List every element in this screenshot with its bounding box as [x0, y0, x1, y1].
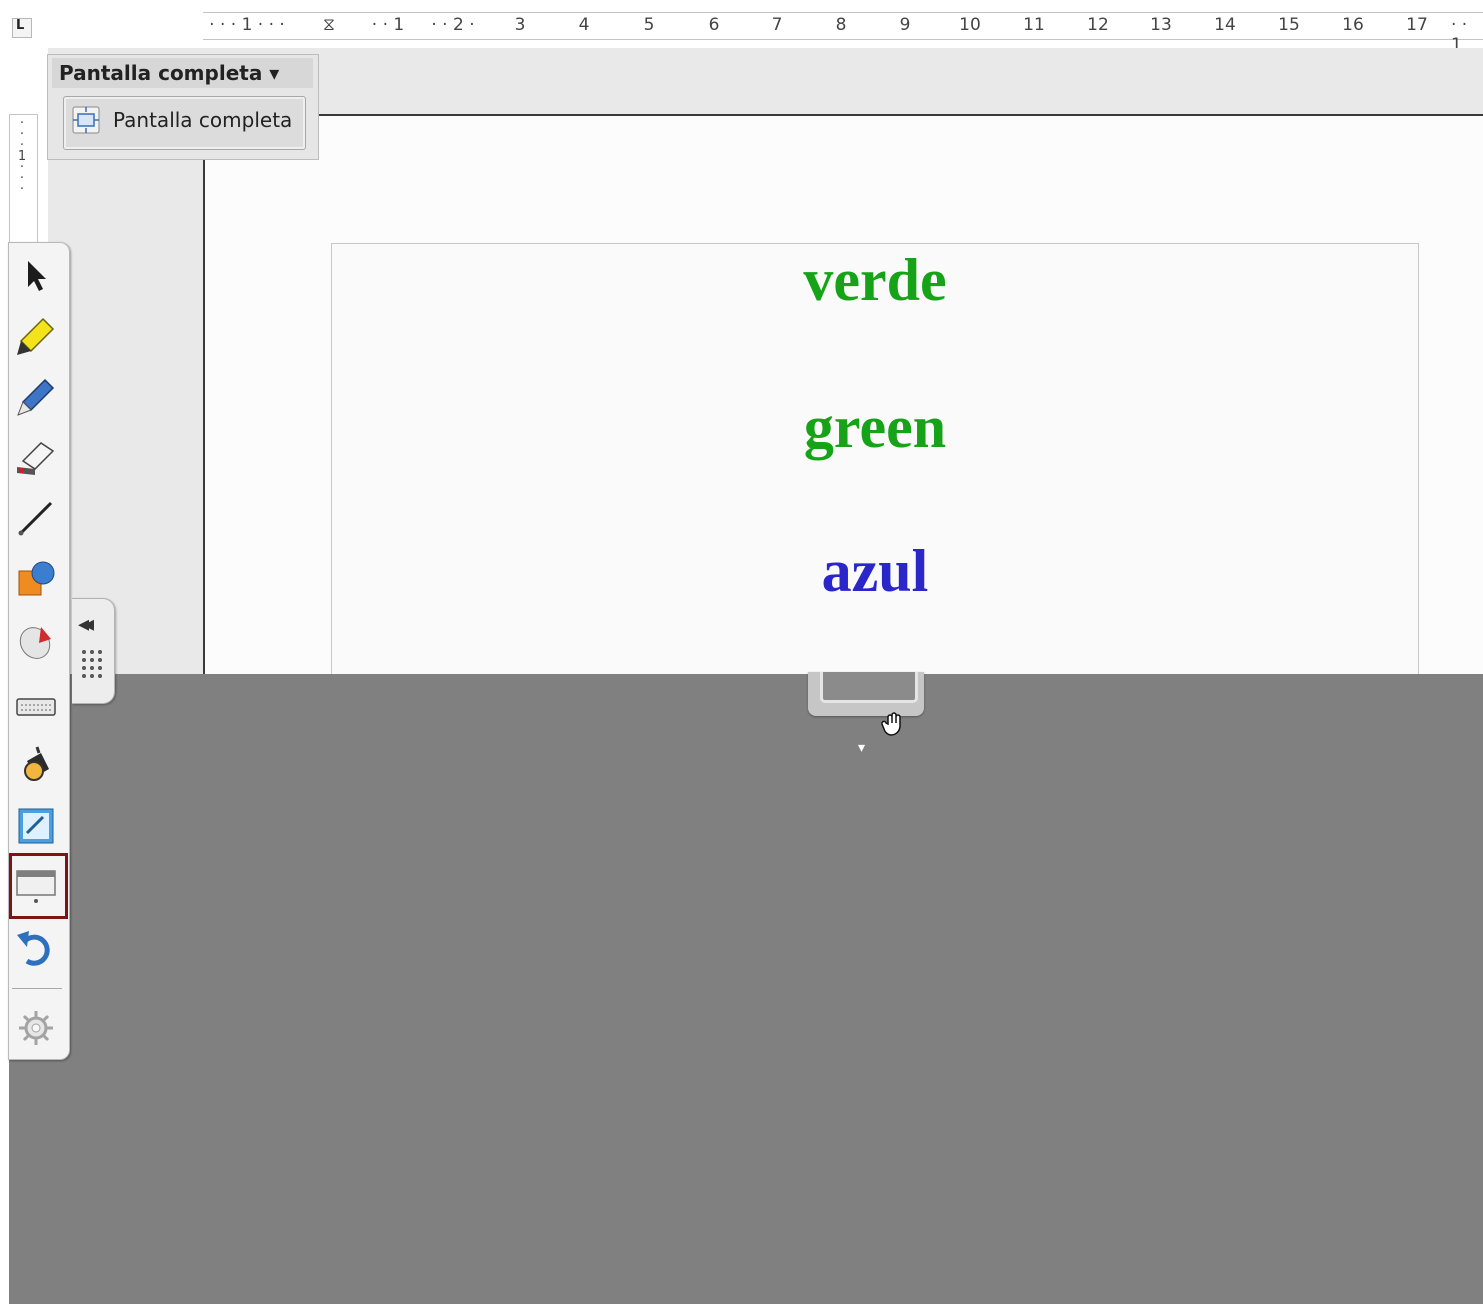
ruler-tick: 12 — [1087, 15, 1109, 35]
line-icon — [18, 501, 53, 536]
word-azul: azul — [821, 538, 929, 604]
ruler-tick: 5 — [643, 15, 655, 35]
collapse-palette-icon[interactable]: ◂◂ — [78, 612, 94, 637]
spotlight-icon — [24, 746, 49, 781]
settings-icon — [19, 1011, 53, 1045]
word-green: green — [803, 394, 947, 460]
settings-tool[interactable] — [13, 1005, 59, 1051]
undo-tool[interactable] — [13, 925, 59, 971]
spotlight-tool[interactable] — [13, 743, 59, 789]
hand-cursor-icon — [881, 712, 901, 736]
ruler-tick: 16 — [1342, 15, 1364, 35]
fullscreen-button-label: Pantalla completa — [113, 108, 293, 132]
select-tool[interactable] — [13, 253, 59, 299]
select-arrow-icon — [28, 261, 46, 291]
fullscreen-toolbar-title[interactable]: Pantalla completa ▾ — [59, 61, 279, 85]
vertical-ruler-mark: · · · 1 · · · — [17, 116, 27, 197]
highlighter-tool[interactable] — [13, 313, 59, 359]
tool-palette — [8, 242, 70, 1060]
eraser-tool[interactable] — [13, 435, 59, 481]
ruler-indent-marker[interactable]: ⧖ — [323, 15, 335, 35]
ruler-tick: · · · 1 · · · — [209, 15, 285, 35]
ruler-tick: 9 — [899, 15, 911, 35]
ruler-tick: 8 — [835, 15, 847, 35]
ruler-tick: 15 — [1278, 15, 1300, 35]
ruler-tick: 17 — [1406, 15, 1428, 35]
horizontal-ruler[interactable]: · · · 1 · · · ⧖ · · 1 · · 2 · 3 4 5 6 7 … — [203, 12, 1483, 55]
ruler-tick: 6 — [708, 15, 720, 35]
ruler-tick: · · 2 · — [431, 15, 475, 35]
screen-shade[interactable] — [9, 674, 1483, 1304]
ruler-tick: 4 — [578, 15, 590, 35]
undo-icon — [17, 931, 50, 966]
keyboard-tool[interactable] — [13, 685, 59, 731]
keyboard-icon — [16, 698, 56, 716]
fullscreen-icon — [72, 106, 100, 134]
pen-tool[interactable] — [13, 374, 59, 420]
annotate-tool[interactable] — [13, 803, 59, 849]
ruler-tick: 13 — [1150, 15, 1172, 35]
shade-menu-arrow-icon[interactable]: ▾ — [858, 740, 865, 756]
pen-icon — [17, 378, 55, 416]
ruler-tick: 10 — [959, 15, 981, 35]
word-verde: verde — [803, 247, 947, 313]
line-tool[interactable] — [13, 495, 59, 541]
eraser-icon — [17, 442, 55, 475]
shapes-tool[interactable] — [13, 555, 59, 601]
ruler-tick: 14 — [1214, 15, 1236, 35]
selected-tool-highlight — [9, 853, 68, 919]
ruler-tick: 11 — [1023, 15, 1045, 35]
ruler-tick: 3 — [514, 15, 526, 35]
shapes-icon — [18, 561, 55, 596]
tab-stop-type: L — [16, 18, 25, 33]
mouse-icon — [19, 627, 51, 659]
ruler-tick: 7 — [771, 15, 783, 35]
annotate-icon — [18, 808, 54, 844]
drag-handle-icon[interactable] — [80, 648, 104, 680]
shade-handle-screen — [820, 672, 918, 703]
mouse-tool[interactable] — [13, 617, 59, 663]
ruler-tick: · · 1 — [371, 15, 405, 35]
palette-divider — [12, 988, 62, 989]
highlighter-icon — [17, 317, 55, 355]
